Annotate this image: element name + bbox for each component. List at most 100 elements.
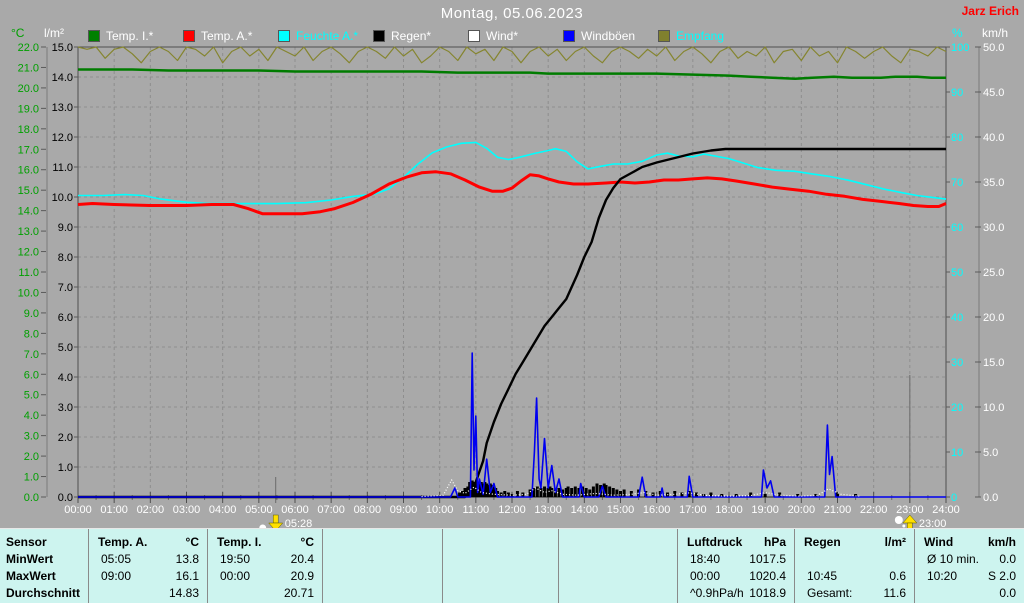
- value-time: 18:40: [690, 551, 721, 566]
- value-reading: 0.6: [889, 568, 906, 583]
- axis-tick-label: 12.0: [18, 247, 39, 259]
- axis-tick-label: 35.0: [983, 177, 1004, 189]
- rain-bar: [474, 483, 478, 497]
- legend-item: Empfang: [658, 29, 724, 43]
- axis-tick-label: 15.0: [52, 42, 73, 54]
- table-value-row: 00:00 1020.4: [678, 567, 794, 584]
- value-reading: 1020.4: [749, 568, 786, 583]
- rain-bar: [564, 488, 568, 497]
- x-axis-label: 24:00: [932, 504, 960, 516]
- table-row-label: Sensor: [6, 534, 47, 549]
- rain-bar: [619, 491, 622, 497]
- axis-tick-label: 1.0: [24, 472, 39, 484]
- table-value-row: 05:05 13.8: [89, 550, 207, 567]
- axis-tick-label: 20.0: [983, 312, 1004, 324]
- table-value-row: Gesamt: 11.6: [795, 584, 914, 601]
- axis-tick-label: 21.0: [18, 62, 39, 74]
- rain-bar: [604, 485, 608, 497]
- value-time: 19:50: [220, 551, 251, 566]
- rain-bar: [458, 492, 462, 497]
- rain-bar: [720, 494, 724, 497]
- axis-tick-label: 3.0: [24, 431, 39, 443]
- legend-label: Temp. A.*: [201, 29, 253, 43]
- axis-tick-label: 60: [951, 222, 963, 234]
- rain-bar: [734, 494, 738, 497]
- value-reading: 1017.5: [749, 551, 786, 566]
- axis-tick-label: 6.0: [24, 369, 39, 381]
- table-value-row: [559, 567, 677, 584]
- rain-bar: [611, 488, 615, 497]
- rain-bar: [494, 488, 498, 497]
- rain-bar: [629, 491, 633, 497]
- rain-bar: [539, 488, 543, 497]
- weather-chart: 0.0 1.0 2.0 3.0 4.0 5.0 6.0 7.0 8.0 9.0 10.0 11.0 12…: [18, 42, 1004, 528]
- table-column-temp-i: Temp. I. °C 19:50 20.4 00:00 20.9 20.71: [207, 529, 322, 603]
- rain-bar: [532, 488, 536, 497]
- table-value-row: [795, 550, 914, 567]
- x-axis-label: 15:00: [607, 504, 635, 516]
- axis-tick-label: 10.0: [983, 402, 1004, 414]
- weather-app-window: { "window": { "title": "Montag, 05.06.20…: [0, 0, 1024, 603]
- table-value-row: [559, 584, 677, 601]
- x-axis-label: 19:00: [751, 504, 779, 516]
- legend-label: Wind*: [486, 29, 519, 43]
- rain-bar: [608, 486, 612, 497]
- axis-tick-label: 20.0: [18, 83, 39, 95]
- sensor-statistics-table: Sensor MinWert MaxWert Durchschnitt Temp. A.…: [0, 528, 1024, 603]
- x-axis-label: 01:00: [100, 504, 128, 516]
- rain-bar: [602, 483, 606, 497]
- sensor-name: Wind: [924, 534, 954, 549]
- rain-bar: [673, 491, 677, 497]
- axis-tick-label: 0: [951, 492, 957, 504]
- rain-bar: [483, 482, 487, 497]
- axis-tick-label: 70: [951, 177, 963, 189]
- x-axis-label: 03:00: [173, 504, 201, 516]
- rain-bar: [595, 483, 599, 497]
- sensor-unit: hPa: [763, 534, 786, 549]
- value-time: 05:05: [101, 551, 132, 566]
- axis-tick-label: 30: [951, 357, 963, 369]
- rain-bar: [588, 489, 592, 497]
- value-reading: 0.0: [999, 585, 1016, 600]
- axis-tick-label: 3.0: [58, 402, 73, 414]
- table-header-row: [559, 533, 677, 550]
- sunrise-arrow-icon: [272, 514, 279, 524]
- legend-label: Windböen: [581, 29, 636, 43]
- value-reading: 20.71: [283, 585, 314, 600]
- legend-swatch-icon: [278, 30, 290, 42]
- rain-bar: [496, 491, 500, 497]
- table-header-row: [323, 533, 442, 550]
- rain-bar: [492, 486, 496, 497]
- series-empfang: [77, 46, 947, 64]
- axis-tick-label: 7.0: [24, 349, 39, 361]
- x-axis-label: 05:00: [245, 504, 273, 516]
- rain-bar: [472, 482, 476, 497]
- sensor-unit: km/h: [987, 534, 1016, 549]
- table-value-row: 10:45 0.6: [795, 567, 914, 584]
- rain-bar: [515, 491, 519, 497]
- table-column-wind: Wind km/h Ø 10 min. 0.0 10:20 S 2.0 0.0: [914, 529, 1024, 603]
- x-axis-label: 16:00: [643, 504, 671, 516]
- rain-bar: [521, 492, 525, 497]
- rain-bar: [546, 488, 550, 497]
- axis-tick-label: 30.0: [983, 222, 1004, 234]
- rain-bar: [581, 486, 585, 497]
- series-wind: [421, 479, 860, 498]
- axis-tick-label: 5.0: [24, 390, 39, 402]
- rain-bar: [548, 486, 552, 497]
- value-time: 00:00: [690, 568, 721, 583]
- rain-bar: [476, 482, 480, 497]
- table-value-row: 09:00 16.1: [89, 567, 207, 584]
- rain-bar: [535, 486, 539, 497]
- axis-tick-label: 15.0: [983, 357, 1004, 369]
- series-windboeen: [78, 352, 946, 498]
- x-axis-label: 22:00: [860, 504, 888, 516]
- sunrise-time-label: 05:28: [285, 518, 313, 528]
- axis-tick-label: 50: [951, 267, 963, 279]
- rain-bar: [814, 494, 818, 497]
- sensor-name: Temp. A.: [98, 534, 148, 549]
- axis-tick-label: 10.0: [52, 192, 73, 204]
- x-axis-label: 21:00: [824, 504, 852, 516]
- sensor-unit: °C: [185, 534, 199, 549]
- rain-bar: [836, 492, 839, 497]
